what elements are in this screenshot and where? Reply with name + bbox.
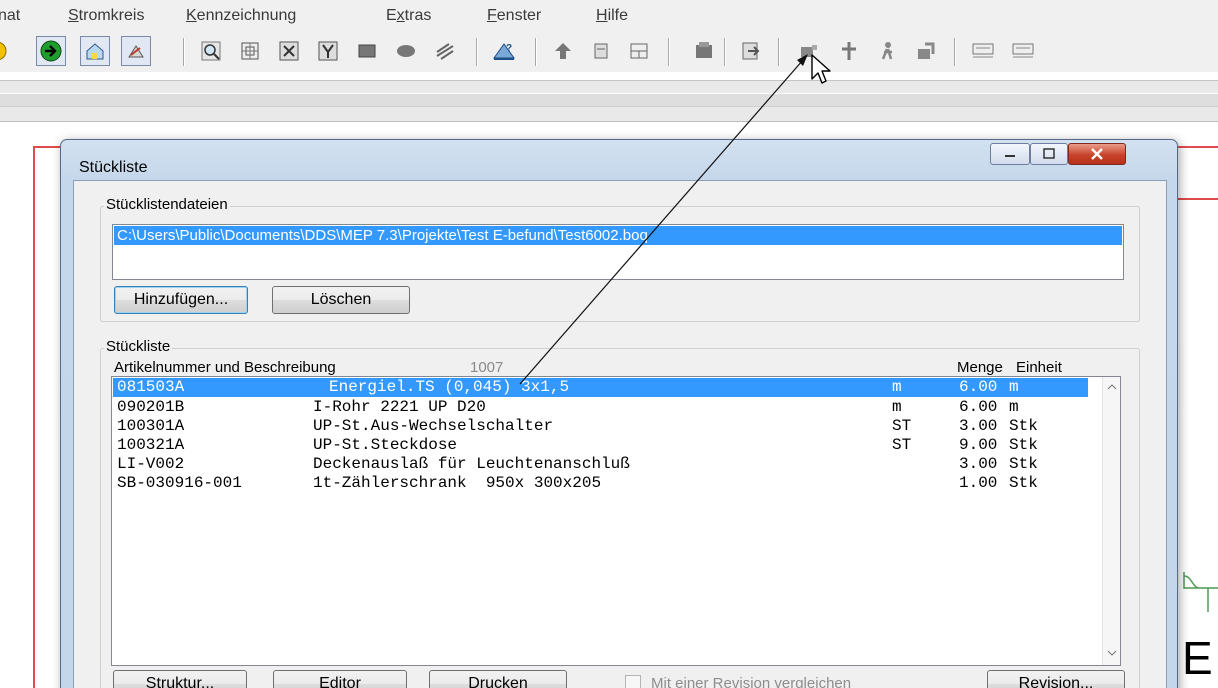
mouse-cursor-icon xyxy=(811,54,831,84)
annotation-arrow xyxy=(519,54,808,385)
